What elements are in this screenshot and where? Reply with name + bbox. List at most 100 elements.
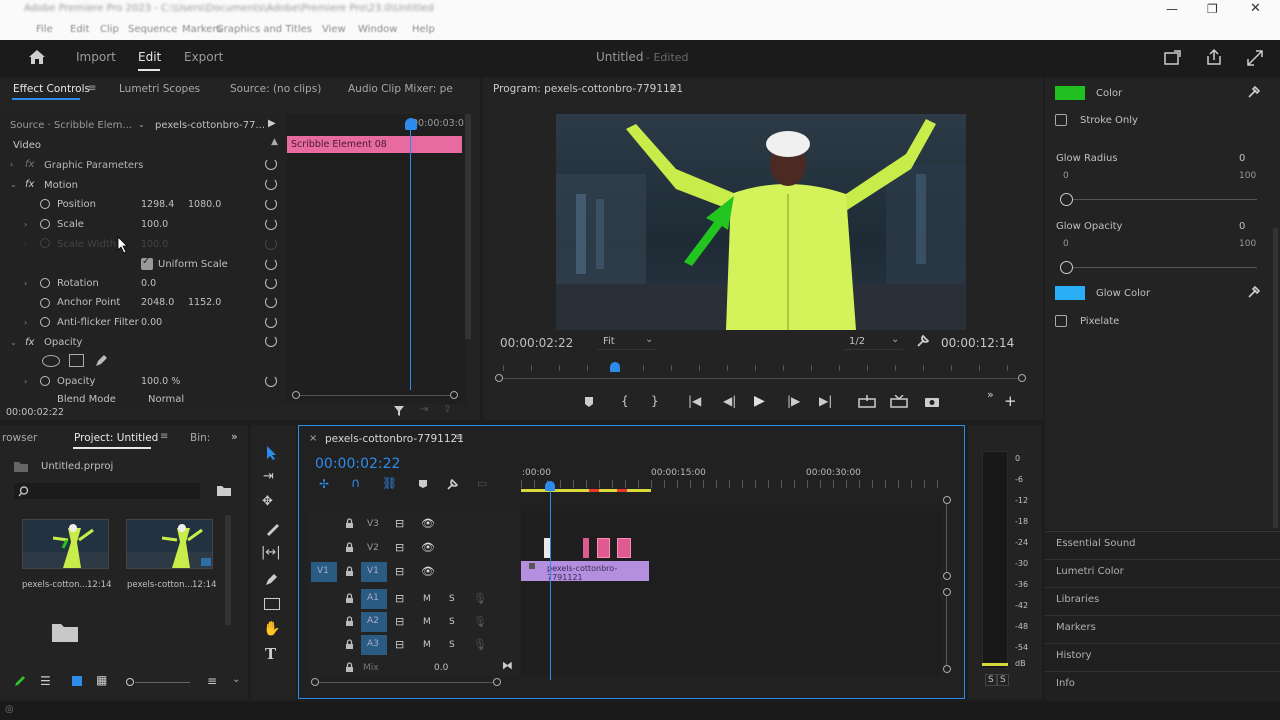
extract-icon[interactable]: [890, 395, 908, 408]
scroll-handle[interactable]: [943, 588, 951, 596]
solo-button[interactable]: S: [449, 640, 455, 650]
track-label-v2[interactable]: V2: [367, 543, 379, 553]
glow-color-swatch[interactable]: [1055, 286, 1085, 300]
panel-menu-icon[interactable]: ≡: [88, 83, 96, 94]
pencil-icon[interactable]: [13, 674, 27, 688]
timeline-clip-v2[interactable]: [617, 538, 631, 558]
stopwatch-icon[interactable]: [40, 199, 50, 209]
selection-tool-icon[interactable]: [265, 445, 279, 461]
scrub-end-handle[interactable]: [1018, 374, 1026, 382]
track-target-a2[interactable]: A2: [361, 612, 387, 632]
sync-lock-icon[interactable]: ⊟: [395, 541, 404, 554]
track-target-v1[interactable]: V1: [361, 562, 387, 582]
rectangle-tool-icon[interactable]: [264, 598, 280, 610]
glow-radius-slider-thumb[interactable]: [1060, 193, 1073, 206]
effect-scrollbar[interactable]: [465, 114, 471, 339]
sync-lock-icon[interactable]: ⊟: [395, 517, 404, 530]
menu-graphics[interactable]: Graphics and Titles: [216, 24, 312, 35]
track-select-tool-icon[interactable]: ⇥: [263, 469, 274, 484]
lock-icon[interactable]: [345, 616, 354, 627]
zoom-handle-left[interactable]: [311, 678, 319, 686]
mark-in-icon[interactable]: {: [621, 394, 629, 408]
microphone-icon[interactable]: 🎙: [473, 638, 487, 651]
program-timecode[interactable]: 00:00:02:22: [500, 336, 573, 350]
panel-menu-icon[interactable]: ≡: [455, 432, 463, 443]
fx-icon[interactable]: fx: [25, 179, 34, 190]
reset-icon[interactable]: [265, 335, 277, 347]
go-to-in-icon[interactable]: |◀: [688, 394, 701, 408]
zoom-slider-track[interactable]: [135, 682, 190, 683]
timeline-zoom-bar[interactable]: [319, 682, 494, 683]
eyedropper-icon[interactable]: [1247, 285, 1261, 299]
lock-icon[interactable]: [345, 639, 354, 650]
clip-name-label[interactable]: pexels-cottonbro-77...: [155, 120, 265, 131]
nest-icon[interactable]: ✢: [319, 477, 329, 491]
chevron-down-icon[interactable]: ⌄: [138, 120, 145, 129]
lock-icon[interactable]: [345, 593, 354, 604]
type-tool-icon[interactable]: T: [265, 645, 276, 663]
position-x-value[interactable]: 1298.4: [141, 199, 174, 210]
edit-tab[interactable]: Edit: [138, 50, 161, 64]
color-swatch[interactable]: [1055, 86, 1085, 100]
pen-tool-icon[interactable]: [264, 572, 279, 587]
eye-icon[interactable]: 👁: [421, 517, 435, 530]
mute-button[interactable]: M: [423, 594, 431, 604]
eyedropper-icon[interactable]: [1247, 85, 1261, 99]
tab-project[interactable]: Project: Untitled: [74, 432, 158, 444]
timeline-tracks-area[interactable]: [521, 511, 941, 676]
expand-chevron-icon[interactable]: ›: [10, 160, 13, 169]
glow-opacity-slider-track[interactable]: [1067, 267, 1257, 268]
fullscreen-icon[interactable]: [1246, 49, 1264, 67]
timeline-clip-v1[interactable]: pexels-cottonbro-7791121: [521, 561, 649, 582]
reset-icon[interactable]: [265, 296, 277, 308]
expand-chevron-icon[interactable]: ›: [24, 318, 27, 327]
menu-edit[interactable]: Edit: [70, 24, 89, 35]
collapse-up-icon[interactable]: ▲: [271, 137, 278, 147]
tab-lumetri-scopes[interactable]: Lumetri Scopes: [119, 83, 200, 95]
resolution-dropdown[interactable]: 1/2 ⌄: [843, 334, 903, 350]
import-tab[interactable]: Import: [76, 50, 116, 64]
glow-opacity-value[interactable]: 0: [1239, 221, 1245, 232]
share-icon[interactable]: [1205, 48, 1223, 66]
solo-left-button[interactable]: S: [985, 674, 997, 686]
reset-icon[interactable]: [265, 198, 277, 210]
razor-tool-icon[interactable]: [264, 521, 280, 537]
export-tab[interactable]: Export: [184, 50, 223, 64]
media-thumbnail[interactable]: [126, 519, 213, 569]
camera-icon[interactable]: [924, 395, 940, 408]
minimize-icon[interactable]: —: [1166, 2, 1178, 16]
antiflicker-value[interactable]: 0.00: [141, 317, 162, 328]
reset-icon[interactable]: [265, 178, 277, 190]
tab-media-browser[interactable]: rowser: [2, 432, 37, 444]
pen-mask-icon[interactable]: [94, 353, 109, 368]
add-button-icon[interactable]: +: [1004, 392, 1017, 410]
effect-playhead-handle[interactable]: [405, 118, 417, 130]
expand-chevron-icon[interactable]: ›: [24, 377, 27, 386]
stopwatch-icon[interactable]: [40, 278, 50, 288]
reset-icon[interactable]: [265, 158, 277, 170]
scroll-handle[interactable]: [943, 665, 951, 673]
menu-clip[interactable]: Clip: [100, 24, 119, 35]
go-to-end-icon[interactable]: ⧓: [502, 659, 513, 672]
project-scrollbar[interactable]: [225, 515, 231, 625]
timeline-tab[interactable]: pexels-cottonbro-7791121: [325, 433, 464, 445]
project-search-input[interactable]: [14, 483, 200, 499]
reset-icon[interactable]: [265, 316, 277, 328]
lock-icon[interactable]: [345, 662, 354, 673]
menu-help[interactable]: Help: [412, 24, 435, 35]
eye-icon[interactable]: 👁: [421, 565, 435, 578]
program-scrub-bar[interactable]: [503, 378, 1018, 379]
track-target-a3[interactable]: A3: [361, 635, 387, 655]
sync-lock-icon[interactable]: ⊟: [395, 565, 404, 578]
scrub-start-handle[interactable]: [495, 374, 503, 382]
slip-tool-icon[interactable]: |↔|: [261, 545, 281, 560]
tab-bin[interactable]: Bin:: [190, 432, 210, 444]
scribble-clip-bar[interactable]: Scribble Element 08: [287, 136, 462, 153]
wrench-icon[interactable]: [916, 334, 930, 348]
timeline-clip-v2[interactable]: [597, 538, 610, 558]
stopwatch-icon[interactable]: [40, 298, 50, 308]
more-tabs-icon[interactable]: »: [231, 430, 238, 443]
lumetri-color-panel[interactable]: Lumetri Color: [1056, 566, 1124, 577]
glow-radius-value[interactable]: 0: [1239, 153, 1245, 164]
mark-out-icon[interactable]: }: [651, 394, 659, 408]
